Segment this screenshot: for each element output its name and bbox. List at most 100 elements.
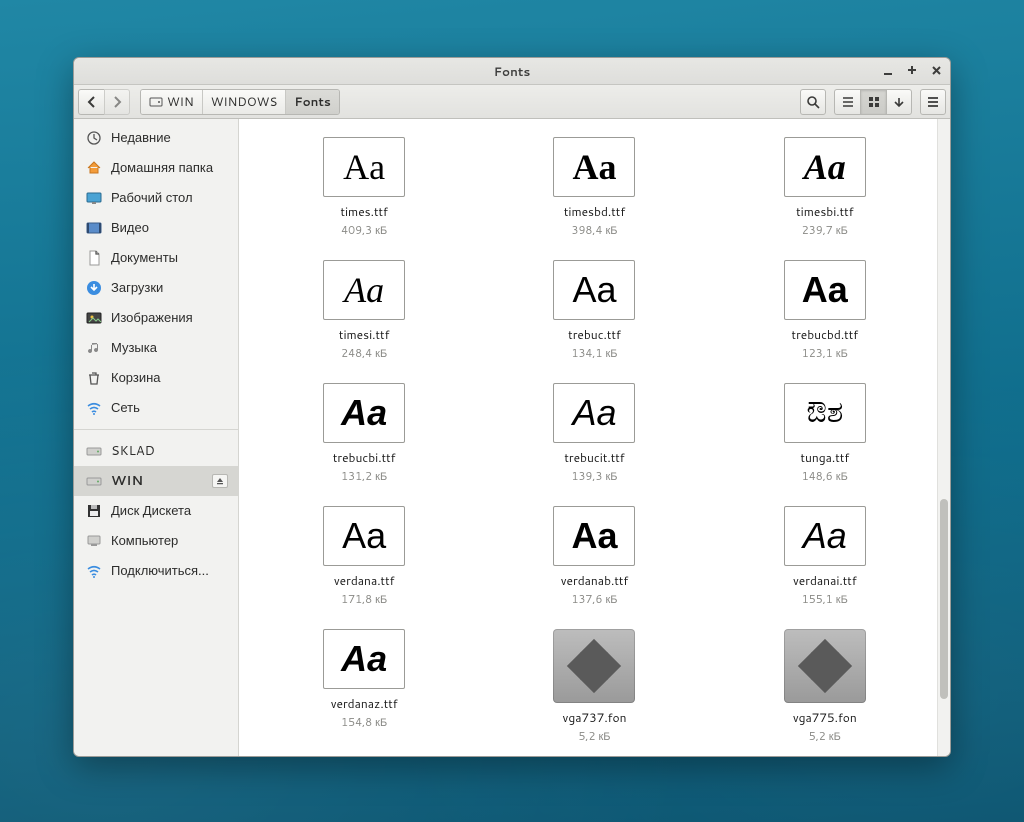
sidebar-item-label: Загрузки — [111, 279, 163, 297]
file-item[interactable]: Aatimesi.ttf248,4 кБ — [259, 260, 469, 361]
breadcrumb-seg-current[interactable]: Fonts — [286, 90, 339, 114]
sidebar-item-диск-дискета[interactable]: Диск Дискета — [74, 496, 238, 526]
sidebar-item-корзина[interactable]: Корзина — [74, 363, 238, 393]
binary-file-icon — [784, 629, 866, 703]
file-item[interactable]: Aatimesbd.ttf398,4 кБ — [489, 137, 699, 238]
scrollbar-thumb[interactable] — [940, 499, 948, 699]
eject-button[interactable] — [212, 474, 228, 488]
file-size: 131,2 кБ — [341, 468, 387, 484]
breadcrumb-label: WIN — [167, 93, 194, 110]
file-size: 154,8 кБ — [341, 714, 387, 730]
file-name: trebuc.ttf — [568, 326, 621, 343]
breadcrumb-seg-root[interactable]: WIN — [141, 90, 203, 114]
desktop-icon — [86, 190, 102, 206]
scrollbar[interactable] — [937, 119, 950, 756]
file-item[interactable]: Aatrebuc.ttf134,1 кБ — [489, 260, 699, 361]
file-name: vga737.fon — [563, 709, 627, 726]
font-preview-icon: Aa — [323, 260, 405, 320]
file-item[interactable]: Aaverdana.ttf171,8 кБ — [259, 506, 469, 607]
sidebar-item-label: WIN — [111, 472, 143, 490]
breadcrumb-label: WINDOWS — [211, 93, 278, 110]
drive-icon — [86, 443, 102, 459]
forward-button[interactable] — [104, 89, 130, 115]
sidebar-item-label: Корзина — [111, 369, 161, 387]
sidebar-item-подключиться-[interactable]: Подключиться... — [74, 556, 238, 586]
sidebar-item-документы[interactable]: Документы — [74, 243, 238, 273]
file-item[interactable]: Aatrebucit.ttf139,3 кБ — [489, 383, 699, 484]
maximize-button[interactable] — [906, 64, 920, 78]
file-item[interactable]: Aa trebucbi.ttf 131,2 кБ — [259, 383, 469, 484]
sidebar-item-музыка[interactable]: Музыка — [74, 333, 238, 363]
sidebar-item-видео[interactable]: Видео — [74, 213, 238, 243]
sidebar-item-загрузки[interactable]: Загрузки — [74, 273, 238, 303]
grid-icon — [867, 95, 881, 109]
file-name: verdanaz.ttf — [331, 695, 398, 712]
drive-icon — [86, 473, 102, 489]
sidebar-item-label: Видео — [111, 219, 149, 237]
file-item[interactable]: vga775.fon 5,2 кБ — [720, 629, 930, 744]
binary-file-icon — [553, 629, 635, 703]
titlebar[interactable]: Fonts — [74, 58, 950, 85]
file-name: timesbd.ttf — [564, 203, 625, 220]
back-button[interactable] — [78, 89, 104, 115]
breadcrumb-seg-1[interactable]: WINDOWS — [203, 90, 287, 114]
arrow-right-icon — [111, 96, 123, 108]
file-size: 134,1 кБ — [571, 345, 617, 361]
sidebar-item-домашняя-папка[interactable]: Домашняя папка — [74, 153, 238, 183]
computer-icon — [86, 533, 102, 549]
file-name: vga775.fon — [793, 709, 857, 726]
file-item[interactable]: Aatimes.ttf409,3 кБ — [259, 137, 469, 238]
sidebar-item-label: Рабочий стол — [111, 189, 193, 207]
sidebar-item-рабочий-стол[interactable]: Рабочий стол — [74, 183, 238, 213]
file-size: 239,7 кБ — [802, 222, 848, 238]
floppy-icon — [86, 503, 102, 519]
file-item[interactable]: Aatrebucbd.ttf123,1 кБ — [720, 260, 930, 361]
file-name: trebucbi.ttf — [333, 449, 396, 466]
sidebar-item-label: Диск Дискета — [111, 502, 191, 520]
file-name: verdana.ttf — [334, 572, 395, 589]
search-button[interactable] — [800, 89, 826, 115]
sidebar-item-изображения[interactable]: Изображения — [74, 303, 238, 333]
sidebar-item-компьютер[interactable]: Компьютер — [74, 526, 238, 556]
file-name: trebucbd.ttf — [792, 326, 859, 343]
font-preview-icon: Aa — [323, 383, 405, 443]
file-size: 5,2 кБ — [809, 728, 841, 744]
search-icon — [806, 95, 820, 109]
font-preview-icon: ಔಶ — [784, 383, 866, 443]
menu-button[interactable] — [920, 89, 946, 115]
file-name: tunga.ttf — [800, 449, 849, 466]
file-size: 5,2 кБ — [578, 728, 610, 744]
file-item[interactable]: vga737.fon 5,2 кБ — [489, 629, 699, 744]
font-preview-icon: Aa — [784, 137, 866, 197]
icon-view-button[interactable] — [860, 89, 886, 115]
sidebar-item-sklad[interactable]: SKLAD — [74, 436, 238, 466]
minimize-button[interactable] — [882, 64, 896, 78]
close-button[interactable] — [930, 64, 944, 78]
file-name: timesbi.ttf — [796, 203, 853, 220]
list-icon — [841, 95, 855, 109]
downloads-icon — [86, 280, 102, 296]
sidebar-item-label: Домашняя папка — [111, 159, 213, 177]
wifi-icon — [86, 400, 102, 416]
file-item[interactable]: Aaverdanaz.ttf154,8 кБ — [259, 629, 469, 744]
trash-icon — [86, 370, 102, 386]
file-size: 171,8 кБ — [341, 591, 387, 607]
sidebar-item-label: Сеть — [111, 399, 140, 417]
arrow-down-icon — [893, 96, 905, 108]
sidebar-item-label: Документы — [111, 249, 178, 267]
font-preview-icon: Aa — [784, 260, 866, 320]
document-icon — [86, 250, 102, 266]
view-options-button[interactable] — [886, 89, 912, 115]
toolbar: WIN WINDOWS Fonts — [74, 85, 950, 119]
file-size: 398,4 кБ — [571, 222, 617, 238]
sidebar-item-сеть[interactable]: Сеть — [74, 393, 238, 423]
clock-icon — [86, 130, 102, 146]
file-item[interactable]: Aaverdanai.ttf155,1 кБ — [720, 506, 930, 607]
list-view-button[interactable] — [834, 89, 860, 115]
font-preview-icon: Aa — [323, 137, 405, 197]
file-item[interactable]: ಔಶtunga.ttf148,6 кБ — [720, 383, 930, 484]
sidebar-item-win[interactable]: WIN — [74, 466, 238, 496]
file-item[interactable]: Aaverdanab.ttf137,6 кБ — [489, 506, 699, 607]
sidebar-item-недавние[interactable]: Недавние — [74, 123, 238, 153]
file-item[interactable]: Aa timesbi.ttf 239,7 кБ — [720, 137, 930, 238]
